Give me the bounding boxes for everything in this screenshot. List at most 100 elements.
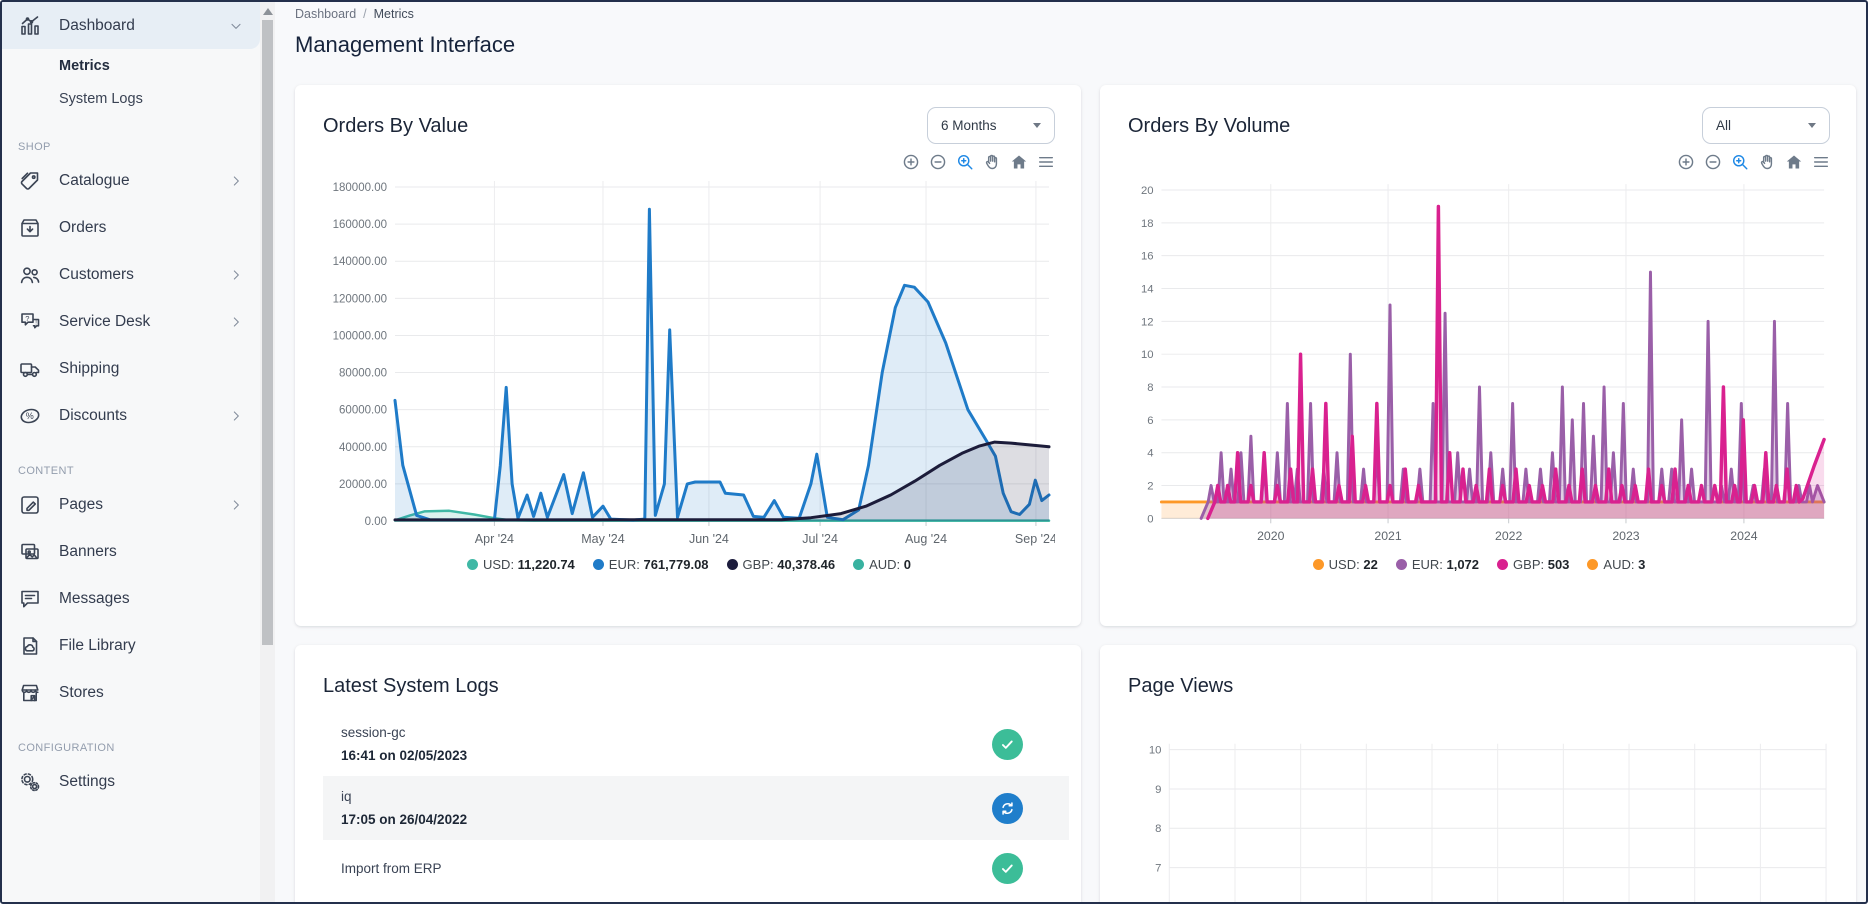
sidebar-item-label: Stores [59,684,104,702]
log-row[interactable]: session-gc 16:41 on 02/05/2023 [323,712,1069,776]
sidebar-item-settings[interactable]: Settings [2,758,260,805]
chat-help-icon: ?! [18,310,42,334]
box-icon [18,216,42,240]
sidebar-item-shipping[interactable]: Shipping [2,345,260,392]
orders-by-volume-chart[interactable]: 0246810121416182020202021202220232024 [1128,173,1830,557]
legend-item-gbp[interactable]: GBP: 503 [1497,557,1569,572]
svg-text:20000.00: 20000.00 [339,479,387,491]
log-row[interactable]: Import from ERP [323,840,1069,897]
range-select-value: 6 Months [941,118,997,133]
svg-text:6: 6 [1147,415,1153,427]
scroll-up-arrow-icon[interactable] [263,8,273,15]
legend-item-eur[interactable]: EUR: 761,779.08 [593,557,709,572]
legend-item-aud[interactable]: AUD: 0 [853,557,911,572]
sidebar-item-label: Dashboard [59,17,135,35]
sidebar-scrollbar[interactable] [260,2,275,902]
sidebar-scrollbar-thumb[interactable] [262,20,273,645]
svg-text:40000.00: 40000.00 [339,442,387,454]
log-timestamp: 16:41 on 02/05/2023 [341,748,467,763]
svg-text:0: 0 [1147,513,1153,525]
breadcrumb-metrics[interactable]: Metrics [374,7,414,21]
svg-text:16: 16 [1141,251,1154,263]
legend-dot [1497,559,1508,570]
sidebar-item-customers[interactable]: Customers [2,251,260,298]
svg-text:60000.00: 60000.00 [339,405,387,417]
sidebar-item-messages[interactable]: Messages [2,575,260,622]
svg-text:2021: 2021 [1374,529,1401,543]
page-edit-icon [18,493,42,517]
sidebar-item-stores[interactable]: Stores [2,669,260,716]
svg-text:180000.00: 180000.00 [333,182,387,194]
legend-dot [1587,559,1598,570]
log-name: session-gc [341,725,467,740]
zoom-in-icon[interactable] [902,153,920,171]
log-row-text: iq 17:05 on 26/04/2022 [341,789,467,827]
sidebar-item-label: File Library [59,637,136,655]
sidebar-subitem-metrics[interactable]: Metrics [2,49,260,82]
legend-item-eur[interactable]: EUR: 1,072 [1396,557,1479,572]
svg-text:100000.00: 100000.00 [333,330,387,342]
svg-text:12: 12 [1141,316,1154,328]
svg-text:2020: 2020 [1257,529,1284,543]
selection-zoom-icon[interactable] [956,153,974,171]
legend-label: GBP: 40,378.46 [743,557,836,572]
chevron-right-icon [228,314,244,330]
sidebar-item-discounts[interactable]: % Discounts [2,392,260,439]
sidebar-item-pages[interactable]: Pages [2,481,260,528]
log-status-badge-refresh [992,793,1023,824]
app-window: DashboardMetricsSystem LogsSHOPCatalogue… [0,0,1868,904]
svg-text:Apr '24: Apr '24 [475,532,514,546]
log-timestamp: 17:05 on 26/04/2022 [341,812,467,827]
page-views-chart[interactable]: 012345678910 [1128,720,1830,902]
legend-item-gbp[interactable]: GBP: 40,378.46 [727,557,836,572]
home-icon[interactable] [1785,153,1803,171]
svg-text:Jun '24: Jun '24 [689,532,729,546]
sidebar-item-file-library[interactable]: File Library [2,622,260,669]
svg-text:140000.00: 140000.00 [333,256,387,268]
home-icon[interactable] [1010,153,1028,171]
legend-item-usd[interactable]: USD: 11,220.74 [467,557,575,572]
sidebar-subitem-system-logs[interactable]: System Logs [2,82,260,115]
log-name: iq [341,789,467,804]
legend-dot [467,559,478,570]
pan-icon[interactable] [983,153,1001,171]
svg-text:May '24: May '24 [581,532,624,546]
svg-text:Sep '24: Sep '24 [1015,532,1055,546]
zoom-out-icon[interactable] [1704,153,1722,171]
zoom-out-icon[interactable] [929,153,947,171]
system-logs-title: Latest System Logs [323,667,1069,698]
sidebar-item-label: Messages [59,590,130,608]
log-status-badge-success [992,853,1023,884]
legend-item-usd[interactable]: USD: 22 [1313,557,1378,572]
sidebar-item-catalogue[interactable]: Catalogue [2,157,260,204]
pan-icon[interactable] [1758,153,1776,171]
sidebar-item-label: Discounts [59,407,127,425]
legend-item-aud[interactable]: AUD: 3 [1587,557,1645,572]
menu-icon[interactable] [1037,153,1055,171]
legend-label: EUR: 761,779.08 [609,557,709,572]
log-row[interactable]: iq 17:05 on 26/04/2022 [323,776,1069,840]
orders-by-volume-range-select[interactable]: All [1702,107,1830,144]
sidebar-item-banners[interactable]: Banners [2,528,260,575]
breadcrumb-dashboard[interactable]: Dashboard [295,7,356,21]
page-views-title: Page Views [1128,667,1830,698]
dashboard-icon [18,14,42,38]
selection-zoom-icon[interactable] [1731,153,1749,171]
sidebar-item-label: Service Desk [59,313,150,331]
percent-icon: % [18,404,42,428]
orders-by-value-range-select[interactable]: 6 Months [927,107,1055,144]
orders-by-volume-card: Orders By Volume All 0246810121416182020… [1100,85,1856,626]
people-icon [18,263,42,287]
truck-icon [18,357,42,381]
gears-icon [18,770,42,794]
zoom-in-icon[interactable] [1677,153,1695,171]
orders-by-value-chart[interactable]: 0.0020000.0040000.0060000.0080000.001000… [323,173,1055,557]
chart-toolbar [1128,153,1830,171]
svg-text:10: 10 [1141,349,1154,361]
sidebar-item-orders[interactable]: Orders [2,204,260,251]
chevron-right-icon [228,497,244,513]
sidebar-section-configuration: CONFIGURATION [2,728,260,754]
sidebar-item-service-desk[interactable]: ?! Service Desk [2,298,260,345]
menu-icon[interactable] [1812,153,1830,171]
sidebar-item-dashboard[interactable]: Dashboard [2,2,260,49]
